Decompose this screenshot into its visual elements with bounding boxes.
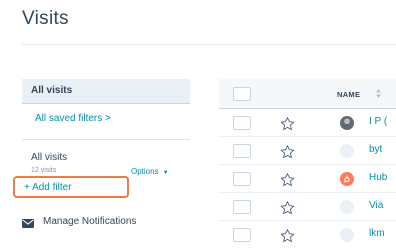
avatar: [340, 172, 354, 186]
row-checkbox[interactable]: [233, 116, 251, 130]
table-header: NAME: [219, 79, 396, 109]
table-row[interactable]: Hub: [219, 165, 396, 193]
star-icon[interactable]: [279, 228, 296, 244]
table-row[interactable]: Via: [219, 193, 396, 221]
star-icon[interactable]: [279, 172, 296, 188]
page-title: Visits: [22, 8, 69, 29]
options-dropdown[interactable]: Options ▼: [131, 167, 169, 176]
filters-sidebar: All visits All saved filters > All visit…: [13, 79, 190, 248]
title-divider: [22, 44, 396, 45]
current-view-title: All visits: [31, 152, 68, 163]
star-icon[interactable]: [279, 116, 296, 132]
avatar: [340, 116, 354, 130]
star-icon[interactable]: [279, 200, 296, 216]
table-row[interactable]: I P (: [219, 109, 396, 137]
table-row[interactable]: lkm: [219, 221, 396, 248]
visit-name-link[interactable]: I P (: [369, 116, 387, 127]
filter-all-visits[interactable]: All visits: [22, 79, 190, 104]
add-filter-highlight: + Add filter: [13, 176, 129, 198]
avatar: [340, 228, 354, 242]
add-filter-button[interactable]: + Add filter: [24, 182, 72, 193]
visits-table: NAME I P ( byt Hub Via lkm: [219, 79, 396, 248]
star-icon[interactable]: [279, 144, 296, 160]
row-checkbox[interactable]: [233, 172, 251, 186]
filter-all-visits-label: All visits: [31, 85, 73, 96]
visit-name-link[interactable]: lkm: [369, 228, 385, 239]
sidebar-divider: [22, 139, 190, 140]
sort-icon[interactable]: [376, 89, 381, 98]
options-label: Options: [131, 167, 159, 176]
visit-name-link[interactable]: Via: [369, 200, 383, 211]
visit-name-link[interactable]: Hub: [369, 172, 387, 183]
visit-name-link[interactable]: byt: [369, 144, 382, 155]
all-saved-filters-link[interactable]: All saved filters >: [35, 113, 111, 124]
visit-count: 12 visits: [31, 167, 57, 174]
avatar: [340, 200, 354, 214]
table-row[interactable]: byt: [219, 137, 396, 165]
hubspot-sprocket-icon: [343, 175, 350, 183]
row-checkbox[interactable]: [233, 144, 251, 158]
avatar: [340, 144, 354, 158]
column-header-name[interactable]: NAME: [337, 90, 360, 99]
select-all-checkbox[interactable]: [233, 87, 251, 101]
manage-notifications-label: Manage Notifications: [43, 216, 137, 227]
caret-down-icon: ▼: [162, 170, 169, 176]
row-checkbox[interactable]: [233, 200, 251, 214]
envelope-icon: [22, 219, 34, 228]
row-checkbox[interactable]: [233, 228, 251, 242]
